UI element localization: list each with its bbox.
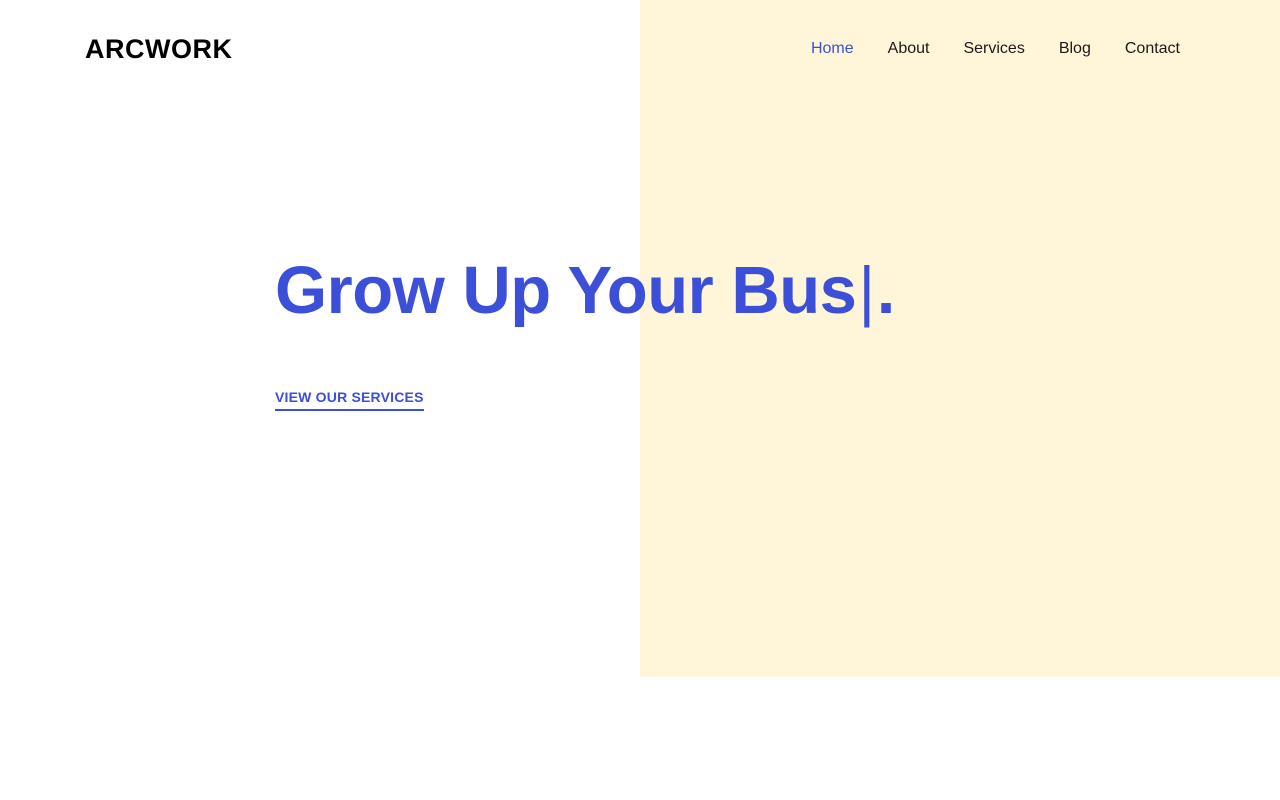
brand-logo[interactable]: ARCWORK — [85, 34, 232, 64]
main-nav: Home About Services Blog Contact — [811, 39, 1180, 59]
nav-item-blog: Blog — [1059, 39, 1091, 59]
nav-link-contact[interactable]: Contact — [1125, 40, 1180, 57]
nav-link-home[interactable]: Home — [811, 40, 854, 57]
hero-title: Grow Up Your Bus|. — [275, 251, 895, 332]
nav-item-contact: Contact — [1125, 39, 1180, 59]
typing-cursor: | — [856, 255, 877, 328]
nav-item-services: Services — [963, 39, 1024, 59]
view-services-link[interactable]: VIEW OUR SERVICES — [275, 389, 424, 411]
page: ARCWORK Home About Services Blog Contact… — [0, 0, 1280, 800]
nav-link-blog[interactable]: Blog — [1059, 40, 1091, 57]
hero-title-text: Grow Up Your Bus — [275, 253, 857, 328]
nav-item-about: About — [888, 39, 930, 59]
hero-title-period: . — [876, 253, 896, 328]
site-header: ARCWORK Home About Services Blog Contact — [0, 0, 1280, 100]
nav-link-services[interactable]: Services — [963, 40, 1024, 57]
nav-item-home: Home — [811, 39, 854, 59]
hero-background-panel — [640, 0, 1280, 677]
nav-link-about[interactable]: About — [888, 40, 930, 57]
